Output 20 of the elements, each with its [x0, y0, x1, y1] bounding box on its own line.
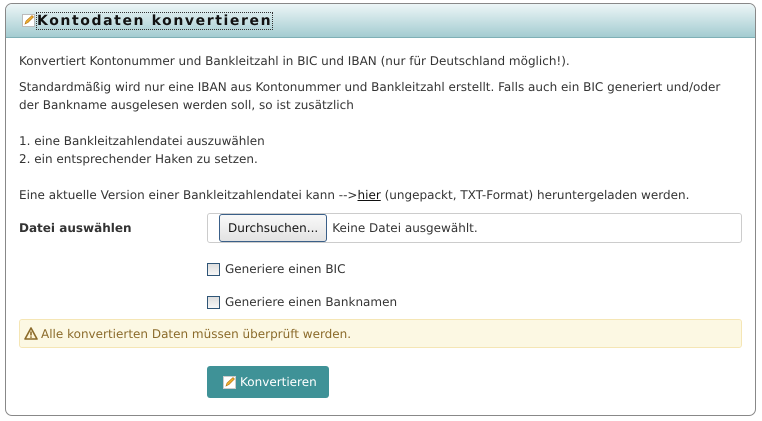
checkbox-label: Generiere einen Banknamen — [225, 295, 398, 309]
file-status: Keine Datei ausgewählt. — [332, 221, 478, 235]
warning-text: Alle konvertierten Daten müssen überprüft werden. — [41, 326, 352, 340]
description-text: Standardmäßig wird nur eine IBAN aus Kontonummer und Bankleitzahl erstellt. Falls auch ein BIC generiert und/oder der Bankname ausgelesen werden soll, so ist zusätzlich — [19, 79, 722, 114]
checkbox[interactable] — [207, 296, 220, 308]
file-input[interactable]: Durchsuchen... Keine Datei ausgewählt. — [207, 213, 742, 243]
download-link[interactable]: hier — [358, 188, 381, 202]
checkbox-label: Generiere einen BIC — [225, 262, 346, 276]
intro-text: Konvertiert Kontonummer und Bankleitzahl in BIC und IBAN (nur für Deutschland möglich!). — [19, 53, 571, 70]
warning-icon — [24, 327, 38, 340]
checkbox[interactable] — [207, 262, 220, 276]
pencil-icon — [223, 376, 236, 388]
convert-button[interactable]: Konvertieren — [207, 366, 329, 398]
step-text: 1. eine Bankleitzahlendatei auszuwählen — [19, 133, 266, 150]
panel-title: Kontodaten konvertieren — [36, 12, 274, 30]
pencil-icon — [22, 14, 35, 27]
field-label: Datei auswählen — [19, 221, 133, 235]
step-text: 2. ein entsprechender Haken zu setzen. — [19, 151, 259, 168]
browse-button[interactable]: Durchsuchen... — [219, 214, 328, 242]
download-text: Eine aktuelle Version einer Bankleitzahlendatei kann -->hier (ungepackt, TXT-Format) heruntergeladen werden. — [19, 187, 690, 204]
